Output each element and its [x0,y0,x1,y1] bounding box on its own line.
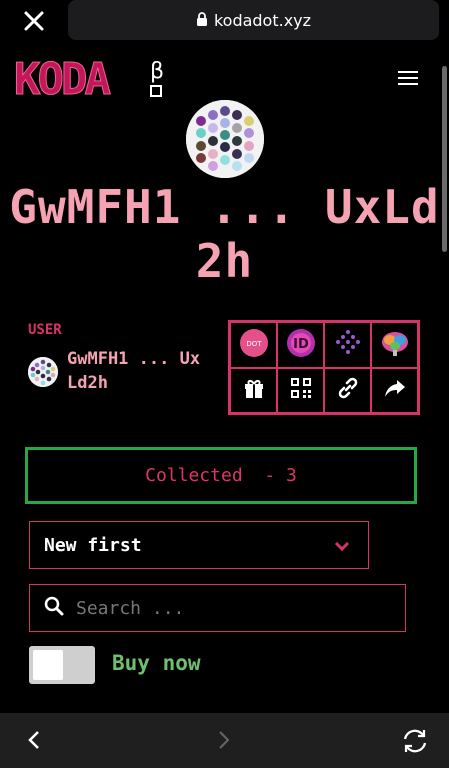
share-icon [384,377,406,403]
sort-dropdown[interactable]: New first [29,521,369,569]
search-input[interactable] [76,597,376,619]
qr-code-link[interactable] [277,367,324,413]
back-arrow-icon[interactable] [24,728,44,752]
toggle-knob [33,650,63,680]
dotscanner-link[interactable]: DOT [230,322,277,368]
chevron-down-icon [334,538,350,552]
dotscanner-icon: DOT [239,328,269,362]
reload-icon[interactable] [400,726,430,756]
gift-icon [243,377,265,403]
buy-now-label[interactable]: Buy now [112,651,201,675]
search-box [29,584,406,632]
url-bar[interactable]: kodadot.xyz [68,0,439,40]
hamburger-menu-icon[interactable] [396,68,420,88]
brain-link[interactable] [371,322,418,368]
copy-link-button[interactable] [324,367,371,413]
brain-icon [380,328,410,362]
svg-text:DOT: DOT [246,340,262,348]
search-icon [44,596,64,620]
user-avatar[interactable] [28,357,58,387]
link-icon [337,377,359,403]
app-header: KODA β [0,50,449,106]
user-name-link[interactable]: GwMFH1 ... Ux Ld2h [67,347,207,395]
svg-text:β: β [150,59,164,84]
sort-selected-value: New first [44,534,142,556]
svg-text:KODA: KODA [14,54,110,102]
share-button[interactable] [371,367,418,413]
forward-arrow-icon[interactable] [214,728,234,752]
kodadot-identity-link[interactable]: ID [277,322,324,368]
user-label: USER [28,322,62,338]
subscan-link[interactable] [324,322,371,368]
close-icon[interactable] [20,7,48,35]
buy-now-toggle[interactable] [29,646,95,684]
subscan-icon [333,328,363,362]
gift-link[interactable] [230,367,277,413]
url-text: kodadot.xyz [213,10,312,30]
collected-count: - 3 [264,465,297,486]
external-links-grid: DOT ID [228,320,420,415]
tab-collected[interactable]: Collected - 3 [25,447,417,504]
profile-avatar [186,100,264,178]
profile-title: GwMFH1 ... UxLd 2h [9,180,440,288]
qr-code-icon [290,377,312,403]
tab-collected-label: Collected - 3 [145,465,297,486]
kodadot-identity-icon: ID [286,328,316,362]
browser-top-bar: kodadot.xyz [0,0,449,46]
kodadot-logo[interactable]: KODA β [14,54,174,106]
browser-bottom-bar [0,713,449,768]
lock-icon [196,11,208,30]
svg-text:ID: ID [293,337,309,352]
